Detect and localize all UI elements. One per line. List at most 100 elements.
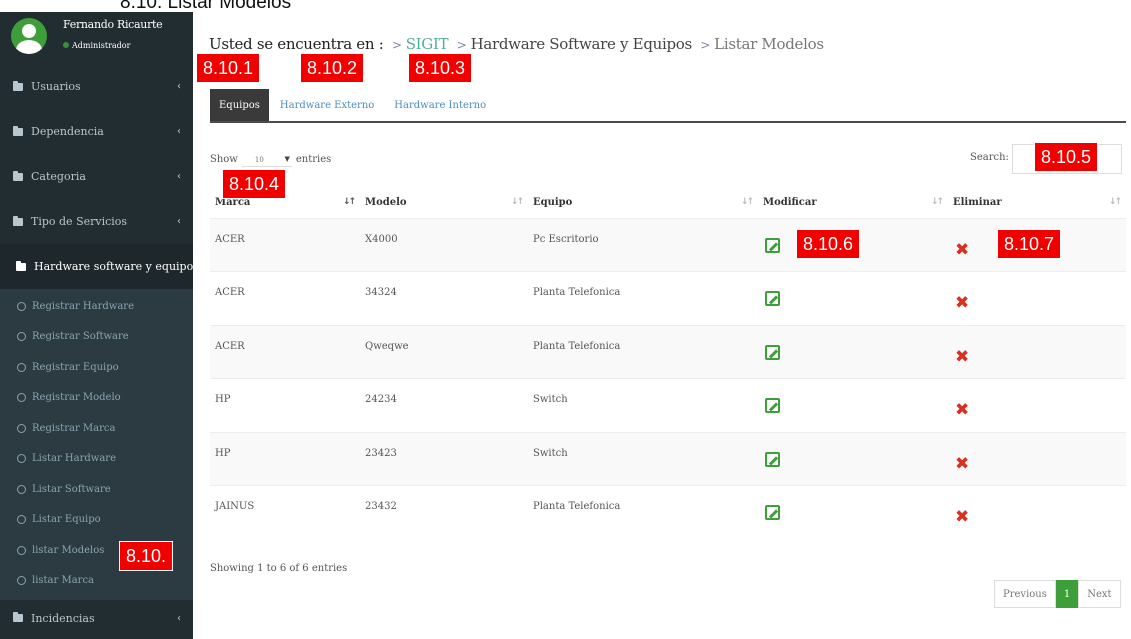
cell-eliminar: ✖: [948, 486, 1126, 540]
sidebar-item-label: Dependencia: [31, 125, 104, 138]
edit-icon[interactable]: [765, 237, 780, 253]
edit-icon[interactable]: [765, 451, 780, 467]
delete-icon[interactable]: ✖: [955, 293, 969, 313]
table-header-row: Marca ↓↑ Modelo ↓↑ Equipo ↓↑ Modificar ↓↑ El…: [210, 188, 1126, 218]
submenu-item-label: listar Modelos: [32, 544, 105, 556]
cell-modelo: 23423: [365, 447, 397, 459]
sidebar-menu: Usuarios ‹ Dependencia ‹ Categoria ‹ Tip…: [0, 64, 202, 289]
delete-icon[interactable]: ✖: [955, 507, 969, 527]
edit-icon[interactable]: [765, 505, 780, 520]
column-header-equipo[interactable]: Equipo ↓↑: [528, 188, 758, 218]
submenu-item-listar-software[interactable]: Listar Software: [0, 474, 193, 505]
tab-hardware-interno[interactable]: Hardware Interno: [385, 89, 495, 121]
delete-icon[interactable]: ✖: [955, 240, 969, 260]
next-page-button[interactable]: Next: [1078, 580, 1121, 608]
submenu-item-registrar-marca[interactable]: Registrar Marca: [0, 413, 193, 444]
cell-equipo: Switch: [533, 447, 568, 459]
cell-eliminar: ✖: [948, 272, 1126, 326]
sidebar-item-hardware-software-equipo[interactable]: Hardware software y equipo ⌄: [0, 244, 202, 289]
caret-down-icon: ▼: [284, 155, 290, 163]
submenu-item-label: listar Marca: [32, 575, 95, 587]
cell-equipo: Switch: [533, 394, 568, 405]
cell-modelo: X4000: [365, 233, 398, 245]
sidebar-item-usuarios[interactable]: Usuarios ‹: [0, 64, 193, 109]
breadcrumb-link-sigit[interactable]: SIGIT: [406, 35, 449, 53]
submenu-item-label: Registrar Marca: [32, 422, 116, 434]
folder-icon: [13, 125, 23, 136]
submenu-item-registrar-hardware[interactable]: Registrar Hardware: [0, 291, 193, 322]
sidebar-item-label: Incidencias: [31, 611, 95, 625]
chevron-left-icon: ‹: [177, 126, 181, 137]
cell-modelo: 23432: [365, 501, 397, 512]
entries-select[interactable]: 10 ▼: [241, 152, 292, 167]
submenu-item-label: Registrar Equipo: [32, 361, 119, 373]
submenu-item-listar-hardware[interactable]: Listar Hardware: [0, 444, 193, 475]
circle-icon: [17, 393, 26, 403]
online-status-icon: [63, 42, 69, 48]
submenu-item-label: Registrar Hardware: [32, 300, 134, 312]
cell-marca: HP: [215, 394, 231, 405]
cell-modificar: [758, 272, 948, 326]
pagination: Previous 1 Next: [994, 580, 1121, 608]
submenu-item-registrar-software[interactable]: Registrar Software: [0, 322, 193, 353]
sidebar-item-label: Categoria: [31, 170, 86, 183]
callout-8-10-2: 8.10.2: [300, 53, 365, 83]
circle-icon: [17, 515, 26, 525]
cell-eliminar: ✖: [948, 379, 1126, 433]
sidebar-item-dependencia[interactable]: Dependencia ‹: [0, 109, 193, 154]
models-table: Marca ↓↑ Modelo ↓↑ Equipo ↓↑ Modificar ↓↑ El…: [210, 188, 1126, 539]
previous-page-button[interactable]: Previous: [994, 580, 1056, 608]
user-panel: Fernando Ricaurte Administrador: [0, 12, 193, 64]
submenu-item-registrar-modelo[interactable]: Registrar Modelo: [0, 383, 193, 414]
sort-icon: ↓↑: [510, 197, 524, 207]
table-row: HP 24234 Switch ✖: [210, 378, 1126, 433]
chevron-left-icon: ‹: [177, 612, 181, 624]
tab-equipos[interactable]: Equipos: [210, 89, 269, 121]
sidebar-item-incidencias[interactable]: Incidencias ‹: [0, 600, 193, 636]
breadcrumb-section[interactable]: Hardware Software y Equipos: [471, 35, 693, 53]
cell-modificar: [758, 432, 948, 486]
table-row: HP 23423 Switch ✖: [210, 432, 1126, 486]
edit-icon[interactable]: [765, 344, 780, 360]
edit-icon[interactable]: [765, 398, 780, 413]
submenu-item-listar-equipo[interactable]: Listar Equipo: [0, 505, 193, 536]
breadcrumb-current: Listar Modelos: [714, 35, 824, 53]
breadcrumb-separator: >: [456, 38, 467, 52]
breadcrumb-lead: Usted se encuentra en :: [209, 35, 384, 53]
tab-hardware-externo[interactable]: Hardware Externo: [271, 89, 383, 121]
cell-equipo: Pc Escritorio: [533, 233, 599, 245]
circle-icon: [17, 332, 26, 342]
sidebar-item-label: Hardware software y equipo: [34, 260, 194, 273]
delete-icon[interactable]: ✖: [955, 347, 969, 367]
delete-icon[interactable]: ✖: [955, 454, 969, 474]
cell-modelo: 24234: [365, 394, 397, 405]
table-row: ACER 34324 Planta Telefonica ✖: [210, 271, 1126, 326]
submenu-item-registrar-equipo[interactable]: Registrar Equipo: [0, 352, 193, 383]
sidebar-item-label: Tipo de Servicios: [31, 215, 128, 228]
cell-eliminar: ✖: [948, 325, 1126, 379]
column-header-modificar[interactable]: Modificar ↓↑: [758, 188, 948, 218]
submenu-item-label: Registrar Software: [32, 331, 129, 343]
entries-length-control: Show 10 ▼ entries: [210, 152, 331, 167]
submenu-item-label: Listar Hardware: [32, 453, 116, 465]
sidebar-item-tipo-servicios[interactable]: Tipo de Servicios ‹: [0, 199, 193, 244]
cell-marca: ACER: [215, 287, 245, 298]
circle-icon: [17, 545, 26, 555]
table-info: Showing 1 to 6 of 6 entries: [210, 563, 348, 574]
callout-8-10-7: 8.10.7: [997, 229, 1062, 259]
edit-icon[interactable]: [765, 291, 780, 306]
column-label: Equipo: [533, 197, 573, 209]
folder-icon: [13, 80, 23, 91]
chevron-down-icon: ⌄: [193, 261, 202, 272]
submenu-item-label: Registrar Modelo: [32, 392, 121, 404]
callout-8-10-5: 8.10.5: [1034, 142, 1099, 172]
chevron-left-icon: ‹: [177, 81, 181, 92]
sidebar-item-categoria[interactable]: Categoria ‹: [0, 154, 193, 199]
column-header-modelo[interactable]: Modelo ↓↑: [360, 188, 528, 218]
cell-modificar: [758, 325, 948, 379]
column-label: Modelo: [365, 197, 407, 209]
delete-icon[interactable]: ✖: [955, 400, 969, 420]
folder-icon: [13, 170, 23, 181]
page-1-button[interactable]: 1: [1055, 580, 1079, 608]
column-header-eliminar[interactable]: Eliminar ↓↑: [948, 188, 1126, 218]
